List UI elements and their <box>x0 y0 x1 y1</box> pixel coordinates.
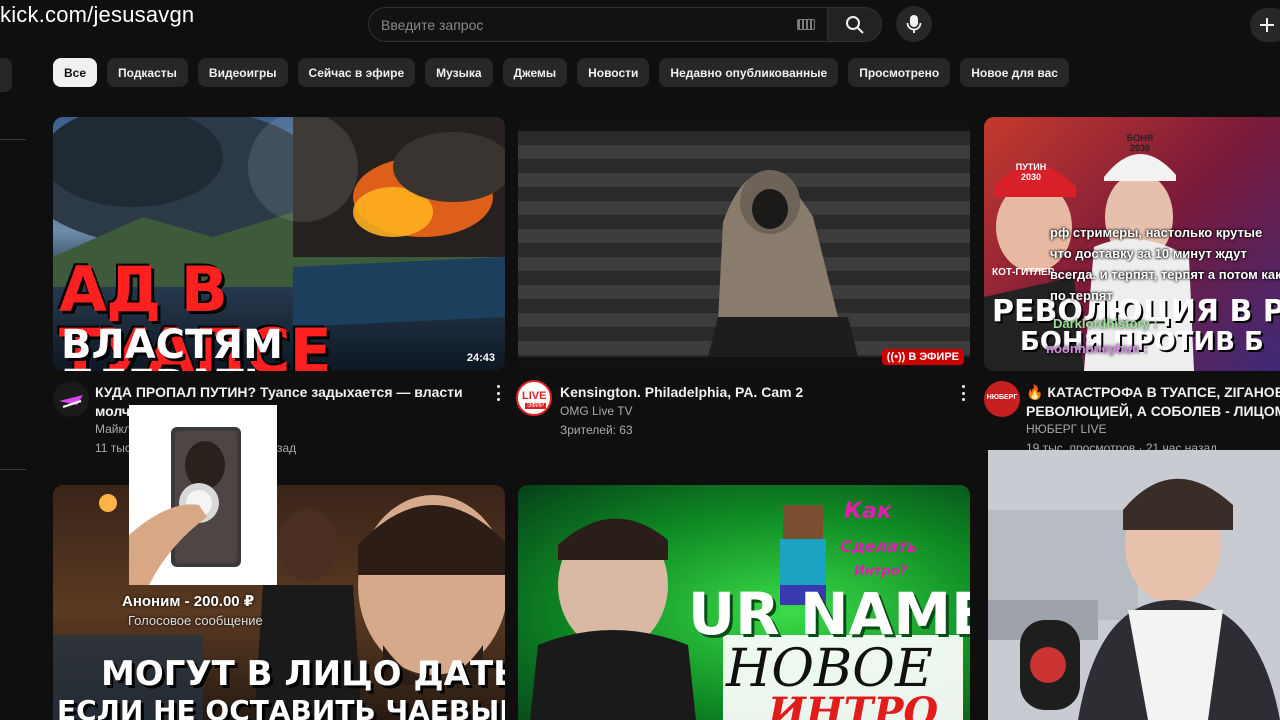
chip-live[interactable]: Сейчас в эфире <box>297 58 416 87</box>
search-bar <box>368 7 882 42</box>
chat-message: рф стримеры, настолько крутые что достав… <box>1050 225 1280 303</box>
chip-podcasts[interactable]: Подкасты <box>107 58 188 87</box>
video-thumbnail[interactable]: АД В ТУАПСЕ ВЛАСТЯМ ПЛЕВАТЬ 24:43 <box>53 117 505 371</box>
chip-new-for-you[interactable]: Новое для вас <box>960 58 1069 87</box>
search-input[interactable] <box>381 16 797 33</box>
cap-label: БОНЯ 2030 <box>1126 133 1154 153</box>
video-title-line: КУДА ПРОПАЛ ПУТИН? Туапсе задыхается — в… <box>95 384 463 400</box>
avatar-label: LIVE <box>522 390 547 402</box>
filter-chips: Все Подкасты Видеоигры Сейчас в эфире Му… <box>53 58 1069 87</box>
webcam-art <box>988 450 1280 720</box>
donation-alert-image <box>129 405 277 585</box>
channel-avatar[interactable] <box>53 381 89 417</box>
video-thumbnail[interactable]: UR NAME НОВОЕ ИНТРО Как Сделать Интро? <box>518 485 970 720</box>
sidebar-divider <box>0 469 26 470</box>
chat-username: noonhoneybun : <box>1046 341 1148 356</box>
chip-videogames[interactable]: Видеоигры <box>197 58 288 87</box>
chip-music[interactable]: Музыка <box>425 58 493 87</box>
avatar-label: НЮБЕРГ <box>986 394 1018 401</box>
viewer-count: Зрителей: 63 <box>560 423 633 437</box>
avatar-sublabel: ЭФИР <box>525 403 547 409</box>
video-stats: 11 тыс <box>95 441 131 455</box>
video-duration: 24:43 <box>466 352 495 364</box>
donation-button-art <box>129 427 241 585</box>
channel-avatar[interactable]: LIVE ЭФИР <box>516 380 552 416</box>
more-options-icon[interactable] <box>960 385 966 401</box>
channel-name[interactable]: OMG Live TV <box>560 404 632 418</box>
chip-news[interactable]: Новости <box>577 58 650 87</box>
channel-avatar[interactable]: НЮБЕРГ <box>984 381 1020 417</box>
thumbnail-subheadline: ВЛАСТЯМ ПЛЕВАТЬ <box>61 322 283 371</box>
channel-name[interactable]: Майкл <box>95 422 131 436</box>
search-icon <box>845 15 864 34</box>
video-title[interactable]: 🔥 КАТАСТРОФА В ТУАПСЕ, ZIГАНОВ П РЕВОЛЮЦ… <box>1026 383 1280 421</box>
donation-sender: Аноним - 200.00 ₽ <box>122 593 255 610</box>
video-title[interactable]: Kensington. Philadelphia, PA. Cam 2 <box>560 383 940 402</box>
search-button[interactable] <box>827 7 882 42</box>
thumbnail-caption: КОТ-ГИТЛЕР <box>992 267 1055 278</box>
sidebar-divider <box>0 139 26 140</box>
video-stats-age: зад <box>277 441 297 455</box>
keyboard-icon[interactable] <box>797 19 815 30</box>
thumbnail-handwritten: НОВОЕ <box>726 639 933 699</box>
streamer-webcam <box>988 450 1280 720</box>
thumbnail-caption: Как <box>844 499 892 524</box>
thumbnail-headline: МОГУТ В ЛИЦО ДАТЬ, <box>101 654 505 694</box>
video-thumbnail[interactable]: ((•)) В ЭФИРЕ <box>518 117 970 371</box>
video-thumbnail[interactable]: МОГУТ В ЛИЦО ДАТЬ, ЕСЛИ НЕ ОСТАВИТЬ ЧАЕВ… <box>53 485 505 720</box>
cap-label: ПУТИН 2030 <box>1015 162 1047 182</box>
sidebar-edge[interactable] <box>0 58 12 92</box>
thumbnail-subheadline: ЕСЛИ НЕ ОСТАВИТЬ ЧАЕВЫЕ? <box>57 694 505 720</box>
thumbnail-headline: UR NAME <box>688 580 970 648</box>
stream-url-overlay: kick.com/jesusavgn <box>0 2 195 27</box>
thumbnail-handwritten-red: ИНТРО <box>768 689 939 720</box>
mic-icon <box>906 15 922 33</box>
thumbnail-caption: Сделать <box>840 537 918 556</box>
video-title-line: РЕВОЛЮЦИЕЙ, А СОБОЛЕВ - ЛИЦОМ I M <box>1026 403 1280 419</box>
chip-jams[interactable]: Джемы <box>502 58 568 87</box>
live-badge: ((•)) В ЭФИРЕ <box>881 349 964 365</box>
donation-type: Голосовое сообщение <box>128 613 263 628</box>
voice-search-button[interactable] <box>896 6 932 42</box>
search-box <box>368 7 827 42</box>
avatar-art <box>59 395 83 408</box>
video-title-line: 🔥 КАТАСТРОФА В ТУАПСЕ, ZIГАНОВ П <box>1026 384 1280 400</box>
hooded-figure-art <box>708 170 858 357</box>
channel-name[interactable]: НЮБЕРГ LIVE <box>1026 422 1107 436</box>
chip-watched[interactable]: Просмотрено <box>848 58 951 87</box>
chip-recently-uploaded[interactable]: Недавно опубликованные <box>659 58 839 87</box>
plus-icon <box>1260 18 1274 32</box>
more-options-icon[interactable] <box>495 385 501 401</box>
thumbnail-caption: Интро? <box>854 564 908 579</box>
chat-username: Darklordhistory : <box>1053 316 1158 331</box>
chip-all[interactable]: Все <box>53 58 98 87</box>
create-button[interactable] <box>1250 8 1280 42</box>
